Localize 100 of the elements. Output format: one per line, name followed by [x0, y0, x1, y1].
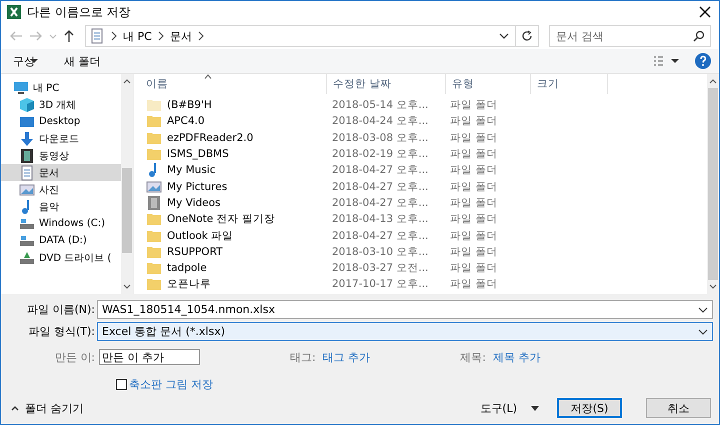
table-cell: 파일 폴더	[450, 98, 498, 112]
file-name[interactable]: APC4.0	[167, 115, 205, 128]
scroll-down-icon	[709, 284, 717, 290]
table-cell: 2018-04-13 오후...	[332, 212, 428, 226]
table-cell: 파일 폴더	[450, 196, 498, 210]
address-bar[interactable]: 내 PC 문서	[85, 25, 516, 47]
sidebar-item[interactable]: 동영상	[1, 147, 121, 164]
caret-up-icon	[11, 405, 19, 411]
table-cell: 파일 폴더	[450, 180, 498, 194]
sidebar-item[interactable]: DATA (D:)	[1, 232, 121, 249]
sidebar-item[interactable]: 다운로드	[1, 130, 121, 147]
table-cell: 파일 폴더	[450, 212, 498, 226]
scroll-up-icon	[123, 78, 131, 84]
checkbox[interactable]	[116, 379, 127, 390]
chevron-right-icon	[111, 31, 117, 41]
file-name[interactable]: RSUPPORT	[167, 246, 223, 258]
sidebar-item[interactable]: 내 PC	[1, 79, 121, 96]
view-options-icon[interactable]	[653, 56, 679, 66]
cube-icon	[19, 96, 35, 112]
sidebar-item[interactable]: Desktop	[1, 113, 121, 130]
breadcrumb-item[interactable]: 문서	[170, 28, 192, 44]
download-arrow-icon	[19, 130, 35, 146]
field-label: 만든 이:	[54, 350, 96, 364]
table-cell: 파일 폴더	[450, 147, 498, 162]
table-cell: 2018-04-27 오후...	[332, 228, 428, 243]
file-name[interactable]: 오픈나루	[167, 277, 211, 292]
document-icon	[89, 28, 105, 44]
column-header[interactable]: 크기	[531, 74, 608, 94]
table-cell: 2018-04-27 오후...	[332, 196, 428, 210]
window-title: 다른 이름으로 저장	[27, 4, 131, 20]
table-cell: 2018-03-10 오후...	[332, 244, 428, 259]
breadcrumb-item[interactable]: 내 PC	[123, 28, 152, 44]
close-icon[interactable]	[699, 6, 711, 18]
tools-button[interactable]: 도구(L)	[480, 400, 539, 416]
picture-icon	[19, 182, 35, 198]
scrollbar[interactable]	[707, 74, 719, 294]
sidebar-item[interactable]: 3D 개체	[1, 96, 121, 113]
file-name[interactable]: My Music	[167, 164, 216, 176]
new-folder-button[interactable]: 새 폴더	[64, 54, 100, 68]
table-cell: 파일 폴더	[450, 261, 498, 276]
file-type-dropdown[interactable]: Excel 통합 문서 (*.xlsx)	[97, 322, 713, 341]
file-name[interactable]: My Pictures	[167, 180, 228, 193]
sidebar-item[interactable]: 문서	[1, 164, 121, 181]
chevron-right-icon	[158, 31, 164, 41]
file-name[interactable]: OneNote 전자 필기장	[167, 212, 275, 226]
table-cell: 2018-04-24 오후...	[332, 114, 428, 128]
add-title-link[interactable]: 제목 추가	[492, 350, 540, 364]
scrollbar[interactable]	[121, 74, 133, 294]
scroll-thumb[interactable]	[708, 88, 718, 280]
scroll-thumb[interactable]	[122, 168, 132, 253]
column-header[interactable]: 이름	[140, 74, 327, 94]
column-header[interactable]: 유형	[446, 74, 531, 94]
dvd-drive-icon	[19, 250, 35, 266]
table-cell: 2018-04-27 오후...	[332, 163, 428, 178]
file-name[interactable]: Outlook 파일	[167, 228, 234, 243]
sidebar-item[interactable]: 음악	[1, 198, 121, 215]
table-cell: 2017-10-17 오후...	[332, 277, 428, 292]
table-cell: 파일 폴더	[450, 130, 498, 145]
file-name[interactable]: ezPDFReader2.0	[167, 132, 254, 144]
file-name[interactable]: ISMS_DBMS	[167, 148, 229, 160]
sidebar-item[interactable]: DVD 드라이브 (	[1, 249, 121, 266]
file-name-field[interactable]: WAS1_180514_1054.nmon.xlsx	[97, 300, 713, 319]
caret-icon	[531, 406, 539, 410]
spreadsheet-icon	[7, 5, 21, 19]
help-icon[interactable]	[695, 53, 711, 69]
sort-caret-icon	[204, 74, 212, 78]
field-label: 파일 이름(N):	[26, 302, 96, 317]
checkbox-label[interactable]: 축소판 그림 저장	[129, 377, 213, 392]
sidebar-item[interactable]: Windows (C:)	[1, 215, 121, 232]
scroll-down-icon	[123, 284, 131, 290]
search-icon	[693, 30, 705, 42]
add-tag-link[interactable]: 태그 추가	[322, 350, 370, 364]
table-cell: 2018-03-08 오후...	[332, 130, 428, 145]
table-cell: 2018-04-27 오후...	[332, 180, 428, 194]
table-cell: 파일 폴더	[450, 163, 498, 178]
up-arrow-icon[interactable]	[63, 29, 75, 43]
author-field[interactable]: 만든 이 추가	[99, 349, 200, 365]
film-icon	[19, 148, 35, 164]
table-cell: 파일 폴더	[450, 244, 498, 259]
cancel-button[interactable]: 취소	[646, 398, 711, 418]
chevron-right-icon	[198, 31, 204, 41]
hide-folders-button[interactable]: 폴더 숨기기	[11, 400, 84, 416]
search-field[interactable]: 문서 검색	[549, 25, 711, 47]
column-header[interactable]: 수정한 날짜	[327, 74, 446, 94]
table-cell: 2018-02-19 오후...	[332, 147, 428, 162]
field-label: 태그:	[290, 350, 316, 364]
sidebar-item[interactable]: 사진	[1, 181, 121, 198]
table-cell: 2018-03-27 오전...	[332, 261, 428, 276]
refresh-button[interactable]	[516, 25, 539, 47]
file-name[interactable]: My Videos	[167, 196, 220, 209]
field-label: 제목:	[460, 350, 486, 364]
save-button[interactable]: 저장(S)	[557, 398, 622, 418]
table-cell: 파일 폴더	[450, 114, 498, 128]
scroll-up-icon	[709, 78, 717, 84]
table-cell: 파일 폴더	[450, 277, 498, 292]
file-name[interactable]: tadpole	[167, 262, 207, 274]
dropdown-caret-icon[interactable]	[499, 32, 509, 40]
file-name[interactable]: (B#B9'H	[167, 99, 212, 112]
refresh-icon	[521, 30, 533, 42]
monitor-icon	[13, 80, 29, 96]
